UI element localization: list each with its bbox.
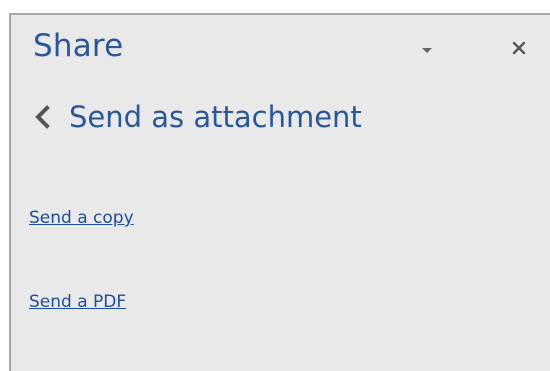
- close-icon: [512, 41, 526, 55]
- pane-title: Share: [33, 28, 124, 64]
- send-a-copy-link[interactable]: Send a copy: [29, 208, 134, 228]
- close-pane-button[interactable]: [508, 37, 530, 59]
- subtitle-send-as-attachment: Send as attachment: [69, 100, 362, 134]
- back-button[interactable]: Send as attachment: [33, 95, 362, 139]
- chevron-left-icon: [35, 105, 50, 129]
- send-a-pdf-link[interactable]: Send a PDF: [29, 292, 126, 312]
- pane-options-dropdown-button[interactable]: [416, 39, 438, 61]
- caret-down-icon: [422, 48, 432, 53]
- share-pane: Share Send as attachment Send a copy Sen…: [9, 13, 550, 371]
